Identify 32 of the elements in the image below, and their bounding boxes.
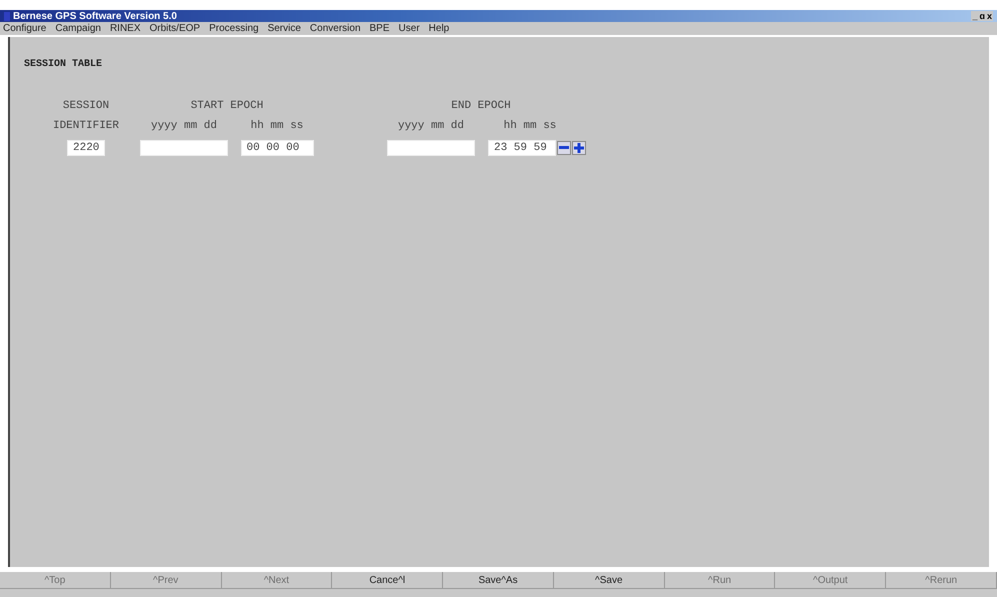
- column-label: hh mm ss: [502, 120, 558, 132]
- minus-icon: [559, 146, 569, 150]
- menu-item[interactable]: Campaign: [55, 23, 101, 34]
- menu-item[interactable]: RINEX: [110, 23, 141, 34]
- column-label: SESSION: [62, 100, 110, 112]
- remove-row-button[interactable]: [557, 141, 571, 155]
- column-heading: START EPOCH: [190, 100, 264, 112]
- menu-item[interactable]: Service: [268, 23, 301, 34]
- add-row-button[interactable]: [572, 141, 586, 155]
- column-label: hh mm ss: [250, 120, 304, 132]
- column-label: yyyy mm dd: [396, 120, 465, 132]
- date-field[interactable]: [387, 140, 475, 156]
- menu-item[interactable]: Orbits/EOP: [150, 23, 200, 34]
- time-field[interactable]: 00 00 00: [240, 140, 314, 156]
- app-icon: [4, 12, 10, 20]
- menu-item[interactable]: Configure: [3, 23, 46, 34]
- column-heading: END EPOCH: [450, 100, 512, 112]
- plus-icon: [574, 143, 584, 153]
- menu-item[interactable]: BPE: [370, 23, 390, 34]
- column-label: yyyy mm dd: [150, 120, 218, 132]
- menu-item[interactable]: User: [398, 23, 420, 34]
- session-field[interactable]: 2220: [67, 140, 105, 156]
- menu-item[interactable]: Conversion: [310, 23, 361, 34]
- section-title: SESSION TABLE: [24, 59, 104, 70]
- menu-item[interactable]: Help: [428, 23, 450, 34]
- minimize-button[interactable]: _: [971, 10, 978, 20]
- date-field[interactable]: [140, 140, 228, 156]
- column-label: IDENTIFIER: [52, 120, 120, 132]
- menu-item[interactable]: Processing: [209, 23, 259, 34]
- time-field[interactable]: 23 59 59: [488, 140, 556, 156]
- window-title: Bernese GPS Software Version 5.0: [13, 10, 178, 22]
- maximize-button[interactable]: ɑ: [978, 10, 986, 20]
